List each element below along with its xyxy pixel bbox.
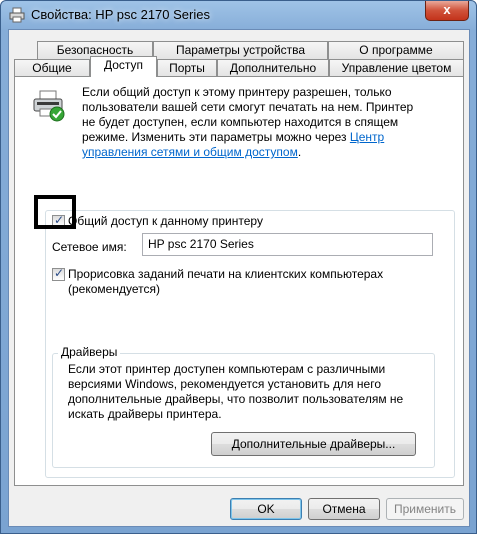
render-jobs-checkbox[interactable]: ✓: [52, 266, 65, 281]
share-printer-label: Общий доступ к данному принтеру: [68, 214, 266, 229]
tab-sharing[interactable]: Доступ: [90, 56, 157, 77]
properties-window: Свойства: HP psc 2170 Series x Безопасно…: [0, 0, 477, 534]
drivers-info-text: Если этот принтер доступен компьютерам с…: [68, 362, 404, 421]
apply-button[interactable]: Применить: [386, 498, 464, 520]
tab-ports[interactable]: Порты: [157, 59, 217, 77]
title-bar[interactable]: Свойства: HP psc 2170 Series x: [1, 1, 476, 29]
tab-general[interactable]: Общие: [14, 59, 90, 77]
tab-color-management[interactable]: Управление цветом: [329, 59, 464, 77]
drivers-group-title: Драйверы: [58, 345, 121, 360]
sharing-panel: Если общий доступ к этому принтеру разре…: [14, 76, 464, 486]
printer-title-icon: [9, 7, 25, 23]
info-suffix: .: [297, 145, 302, 159]
tab-device-settings[interactable]: Параметры устройства: [153, 41, 328, 59]
cancel-button[interactable]: Отмена: [308, 498, 380, 520]
close-button[interactable]: x: [425, 1, 469, 21]
highlight-annotation-box: [34, 195, 76, 229]
render-jobs-label: Прорисовка заданий печати на клиентских …: [68, 267, 384, 296]
additional-drivers-button[interactable]: Дополнительные драйверы...: [211, 432, 416, 456]
check-mark-icon: ✓: [54, 266, 65, 280]
share-name-input[interactable]: HP psc 2170 Series: [142, 233, 433, 256]
dialog-client: Безопасность Параметры устройства О прог…: [8, 29, 470, 527]
window-title: Свойства: HP psc 2170 Series: [31, 7, 210, 22]
ok-button[interactable]: OK: [230, 498, 302, 520]
tab-about[interactable]: О программе: [328, 41, 464, 59]
tab-advanced[interactable]: Дополнительно: [217, 59, 329, 77]
sharing-info-text: Если общий доступ к этому принтеру разре…: [82, 85, 422, 160]
share-name-label: Сетевое имя:: [52, 240, 127, 254]
printer-icon: [33, 90, 65, 122]
